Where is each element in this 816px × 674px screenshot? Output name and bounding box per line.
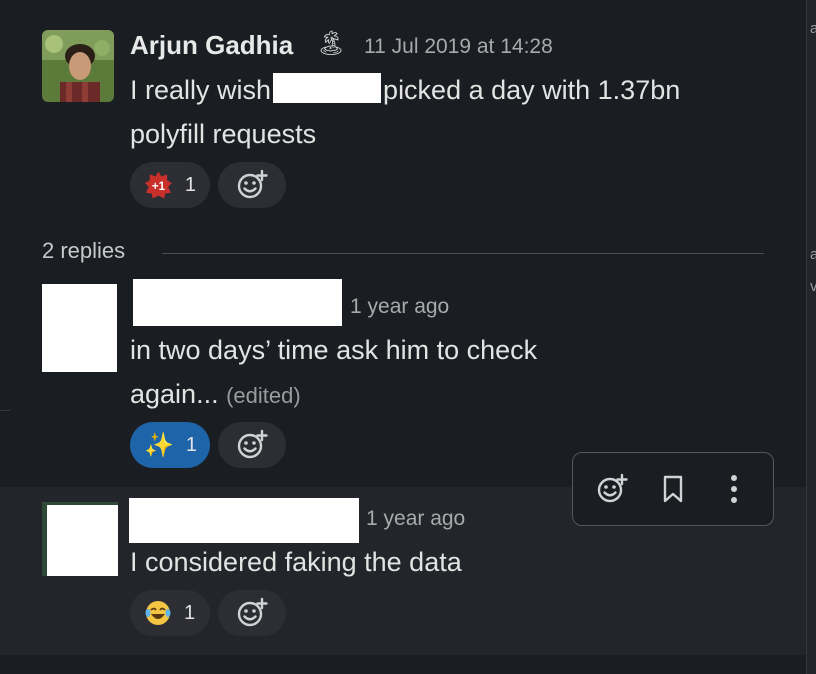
clipped-text: a xyxy=(810,20,816,37)
message-text-line2: polyfill requests xyxy=(130,119,317,149)
thread-pane: Arjun Gadhia 🏝 11 Jul 2019 at 14:28 I re… xyxy=(0,0,806,674)
reaction-sparkles[interactable]: ✨ 1 xyxy=(130,422,210,468)
replies-divider xyxy=(162,253,764,254)
reply-text: I considered faking the data xyxy=(130,547,462,577)
redacted-author-name xyxy=(129,498,359,543)
plus-one-icon: +1 xyxy=(144,171,172,199)
reply-text-line2: again... (edited) xyxy=(130,372,301,418)
reply-timestamp[interactable]: 1 year ago xyxy=(366,507,465,531)
edited-label: (edited) xyxy=(226,383,301,408)
adjacent-pane-edge: a a v xyxy=(806,0,816,674)
redacted-author-name xyxy=(133,279,342,326)
emoji-add-icon xyxy=(237,429,268,459)
message-actions-toolbar xyxy=(572,452,774,526)
message-text: I really wish picked a day with 1.37bn xyxy=(130,68,770,112)
message-timestamp[interactable]: 11 Jul 2019 at 14:28 xyxy=(364,35,553,59)
reaction-plus-one[interactable]: +1 1 xyxy=(130,162,210,208)
avatar[interactable] xyxy=(42,30,114,102)
replies-count: 2 replies xyxy=(42,238,126,263)
emoji-add-icon xyxy=(597,473,628,503)
add-reaction-button[interactable] xyxy=(218,422,286,468)
reply-avatar[interactable] xyxy=(42,502,118,576)
redacted-mention xyxy=(273,73,382,103)
divider xyxy=(0,410,10,411)
reply-timestamp[interactable]: 1 year ago xyxy=(350,295,449,319)
emoji-add-icon xyxy=(237,169,268,199)
sparkles-icon: ✨ xyxy=(144,431,174,459)
add-reaction-button[interactable] xyxy=(218,590,286,636)
message-text-start: I really wish xyxy=(130,75,272,105)
reply-avatar[interactable] xyxy=(42,284,117,372)
reply-text-cont: again... xyxy=(130,379,219,409)
clipped-text: v xyxy=(810,278,816,295)
clipped-text: a xyxy=(810,246,816,263)
add-reaction-action[interactable] xyxy=(590,467,634,511)
svg-text:+1: +1 xyxy=(152,181,166,193)
message-text-end: picked a day with 1.37bn xyxy=(383,75,681,105)
joy-emoji-icon xyxy=(145,601,171,625)
author-name[interactable]: Arjun Gadhia xyxy=(130,30,293,61)
more-vertical-icon xyxy=(731,475,738,503)
reply-text: in two days’ time ask him to check xyxy=(130,335,538,365)
add-reaction-button[interactable] xyxy=(218,162,286,208)
reaction-joy[interactable]: 1 xyxy=(130,590,210,636)
status-emoji: 🏝 xyxy=(316,30,347,57)
save-bookmark-action[interactable] xyxy=(651,467,695,511)
reaction-count: 1 xyxy=(184,601,196,624)
emoji-add-icon xyxy=(237,597,268,627)
reaction-count: 1 xyxy=(184,173,196,196)
more-actions-button[interactable] xyxy=(712,467,756,511)
reaction-count: 1 xyxy=(185,433,198,456)
bookmark-icon xyxy=(663,475,683,503)
